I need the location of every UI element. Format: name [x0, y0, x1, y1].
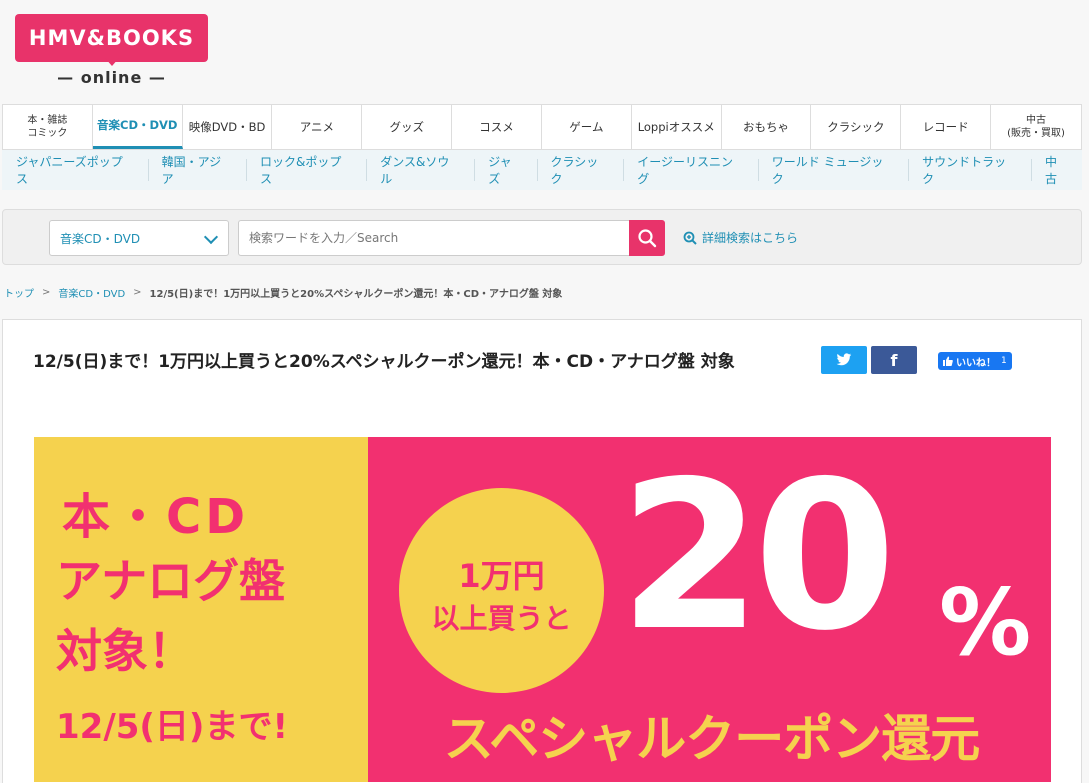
category-select-value: 音楽CD・DVD	[60, 231, 141, 246]
tab-cosme[interactable]: コスメ	[452, 105, 542, 149]
breadcrumb: トップ > 音楽CD・DVD > 12/5(日)まで！1万円以上買うと20%スペ…	[4, 285, 562, 300]
thumbs-up-icon	[943, 356, 953, 366]
tab-record[interactable]: レコード	[901, 105, 992, 149]
like-count: 1	[1001, 356, 1007, 366]
search-button[interactable]	[629, 220, 665, 256]
banner-circle-line1: 1万円	[458, 557, 545, 595]
banner-circle-line2: 以上買うと	[431, 602, 572, 635]
logo-subtitle: — online —	[57, 68, 166, 87]
breadcrumb-separator: >	[42, 287, 51, 298]
advanced-search-label: 詳細検索はこちら	[702, 231, 799, 245]
tab-goods[interactable]: グッズ	[362, 105, 453, 149]
subnav-item[interactable]: ワールド ミュージック	[757, 155, 908, 186]
banner-text-line2: アナログ盤	[56, 554, 286, 608]
breadcrumb-current: 12/5(日)まで！1万円以上買うと20%スペシャルクーポン還元！本・CD・アナ…	[149, 289, 563, 300]
chevron-down-icon	[203, 229, 219, 245]
logo-text: HMV&BOOKS	[28, 26, 195, 50]
banner-percent: %	[939, 569, 1032, 676]
tab-video-dvd-bd[interactable]: 映像DVD・BD	[183, 105, 273, 149]
search-input[interactable]	[238, 220, 631, 256]
zoom-plus-icon	[683, 231, 697, 245]
tab-game[interactable]: ゲーム	[542, 105, 632, 149]
tab-books[interactable]: 本・雑誌 コミック	[3, 105, 93, 149]
facebook-share-button[interactable]: f	[871, 346, 917, 374]
category-select[interactable]: 音楽CD・DVD	[49, 220, 229, 256]
banner-text-line1: 本・CD	[62, 489, 250, 545]
breadcrumb-separator: >	[133, 287, 142, 298]
subnav-item[interactable]: サウンドトラック	[908, 155, 1031, 186]
subnav-item[interactable]: 韓国・アジア	[147, 155, 246, 186]
facebook-icon: f	[890, 350, 898, 370]
tab-music-cd-dvd[interactable]: 音楽CD・DVD	[92, 105, 183, 149]
page: HMV&BOOKS — online — 本・雑誌 コミック 音楽CD・DVD …	[0, 0, 1089, 783]
logo-notch	[105, 58, 119, 66]
tab-toys[interactable]: おもちゃ	[722, 105, 812, 149]
subnav-item[interactable]: ジャパニーズポップス	[2, 155, 148, 186]
subnav-item[interactable]: クラシック	[536, 155, 624, 186]
twitter-icon	[836, 353, 852, 366]
sub-nav: ジャパニーズポップス 韓国・アジア ロック&ポップス ダンス&ソウル ジャズ ク…	[2, 150, 1082, 190]
search-bar: 音楽CD・DVD 詳細検索はこちら	[2, 209, 1082, 265]
banner-big-number: 20	[619, 438, 896, 676]
tab-classic[interactable]: クラシック	[811, 105, 902, 149]
page-title: 12/5(日)まで！1万円以上買うと20%スペシャルクーポン還元！本・CD・アナ…	[33, 352, 735, 372]
article: 12/5(日)まで！1万円以上買うと20%スペシャルクーポン還元！本・CD・アナ…	[2, 319, 1082, 783]
subnav-item[interactable]: 中古	[1031, 155, 1082, 186]
facebook-like-button[interactable]: いいね！ 1	[938, 352, 1012, 370]
subnav-item[interactable]: ロック&ポップス	[246, 155, 366, 186]
main-nav: 本・雑誌 コミック 音楽CD・DVD 映像DVD・BD アニメ グッズ コスメ …	[2, 104, 1082, 150]
breadcrumb-category[interactable]: 音楽CD・DVD	[58, 285, 125, 300]
advanced-search-link[interactable]: 詳細検索はこちら	[683, 229, 798, 246]
tab-used[interactable]: 中古 (販売・買取)	[991, 105, 1081, 149]
banner-text-line3: 対象！	[56, 624, 194, 678]
subnav-item[interactable]: ダンス&ソウル	[366, 155, 474, 186]
banner-bottom-text: スペシャルクーポン還元	[443, 710, 981, 768]
breadcrumb-home[interactable]: トップ	[4, 285, 34, 300]
tab-loppi[interactable]: Loppiオススメ	[632, 105, 722, 149]
search-icon	[638, 229, 657, 248]
twitter-share-button[interactable]	[821, 346, 867, 374]
subnav-item[interactable]: ジャズ	[474, 155, 536, 186]
tab-anime[interactable]: アニメ	[272, 105, 363, 149]
like-label: いいね！	[956, 357, 996, 369]
site-logo[interactable]: HMV&BOOKS	[15, 14, 208, 66]
banner-date: 12/5(日)まで!	[56, 707, 288, 747]
subnav-item[interactable]: イージーリスニング	[623, 155, 758, 186]
campaign-banner[interactable]: 本・CD アナログ盤 対象！ 12/5(日)まで! 1万円 以上買うと 20 %…	[34, 437, 1051, 782]
